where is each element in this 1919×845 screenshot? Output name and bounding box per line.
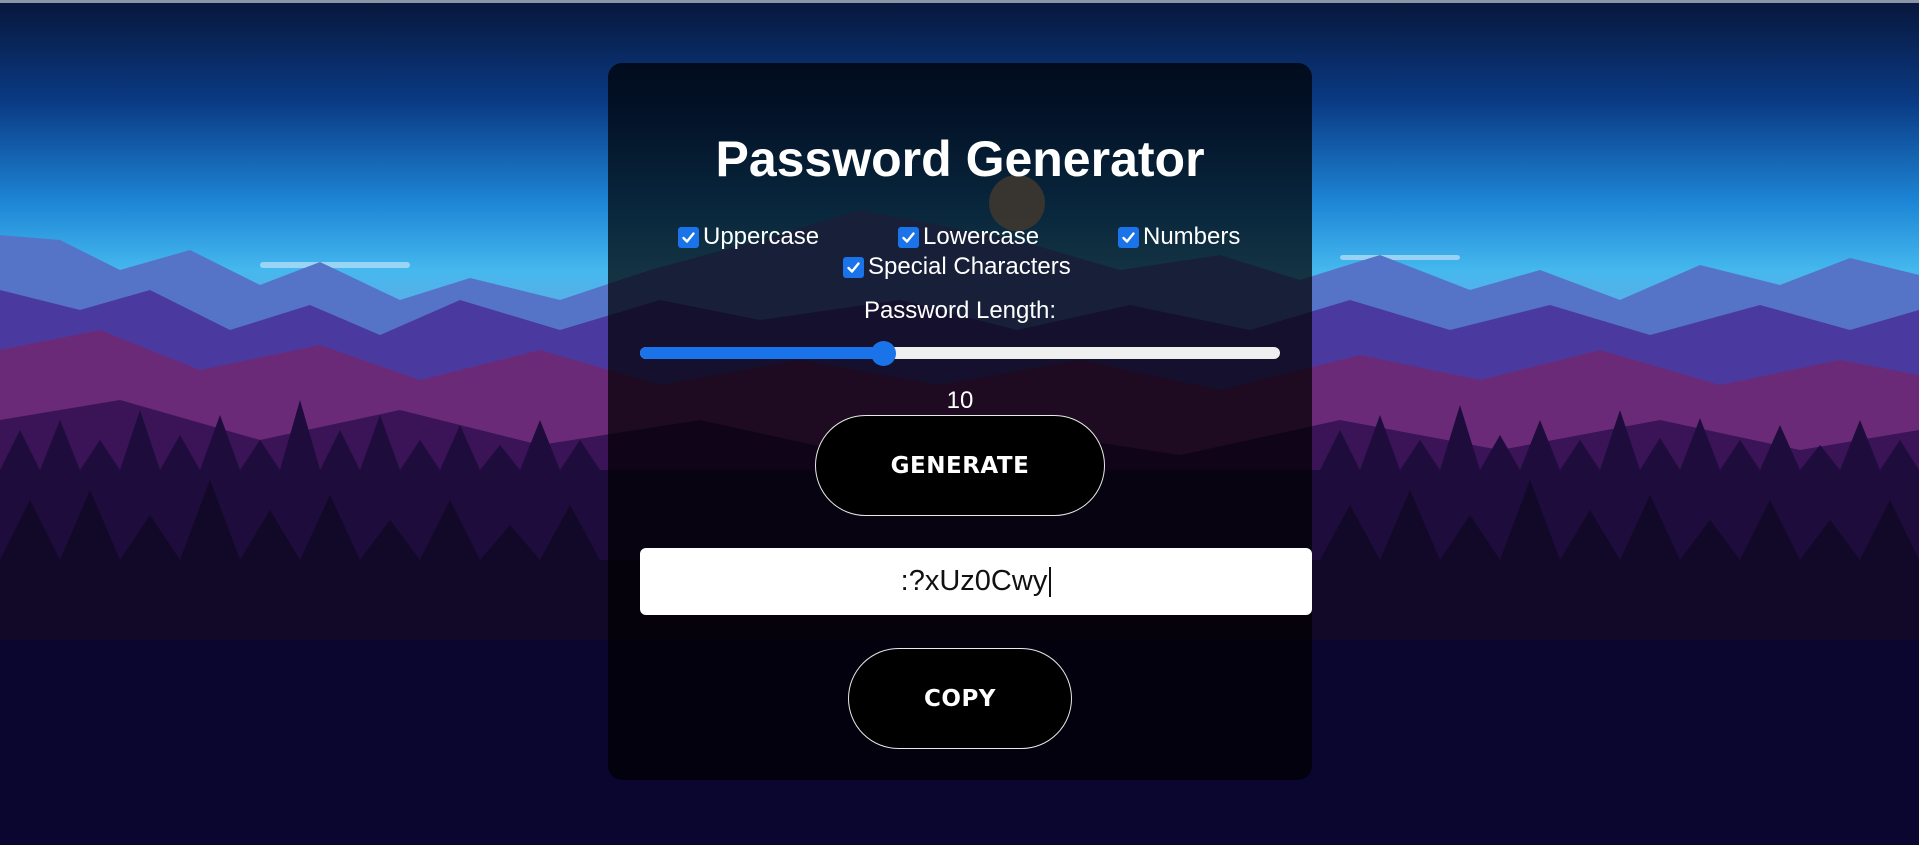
option-lowercase-label: Lowercase [923, 223, 1040, 250]
option-numbers[interactable]: Numbers [1118, 223, 1240, 251]
option-uppercase[interactable]: Uppercase [678, 223, 819, 251]
checkbox-checked-icon[interactable] [843, 256, 864, 278]
option-special-characters-label: Special Characters [868, 253, 1071, 280]
page-title: Password Generator [715, 131, 1205, 187]
password-length-label: Password Length: [863, 297, 1057, 324]
password-length-slider[interactable] [640, 341, 1280, 366]
text-cursor [1049, 566, 1052, 597]
checkbox-checked-icon[interactable] [1118, 226, 1139, 248]
password-length-value: 10 [946, 387, 974, 414]
password-output-field[interactable]: :?xUz0Cwy [640, 548, 1312, 615]
option-uppercase-label: Uppercase [703, 223, 820, 250]
password-generator-card: Password Generator Uppercase Lowercase N… [608, 63, 1312, 780]
option-special-characters[interactable]: Special Characters [843, 253, 1071, 281]
password-output-value: :?xUz0Cwy [900, 565, 1048, 597]
copy-button[interactable]: COPY [848, 648, 1072, 749]
generate-button[interactable]: GENERATE [815, 415, 1105, 516]
top-border-strip [0, 0, 1919, 3]
option-numbers-label: Numbers [1143, 223, 1241, 250]
slider-thumb[interactable] [871, 341, 897, 366]
option-lowercase[interactable]: Lowercase [898, 223, 1039, 251]
slider-fill [640, 347, 884, 359]
checkbox-checked-icon[interactable] [678, 226, 699, 248]
checkbox-checked-icon[interactable] [898, 226, 919, 248]
